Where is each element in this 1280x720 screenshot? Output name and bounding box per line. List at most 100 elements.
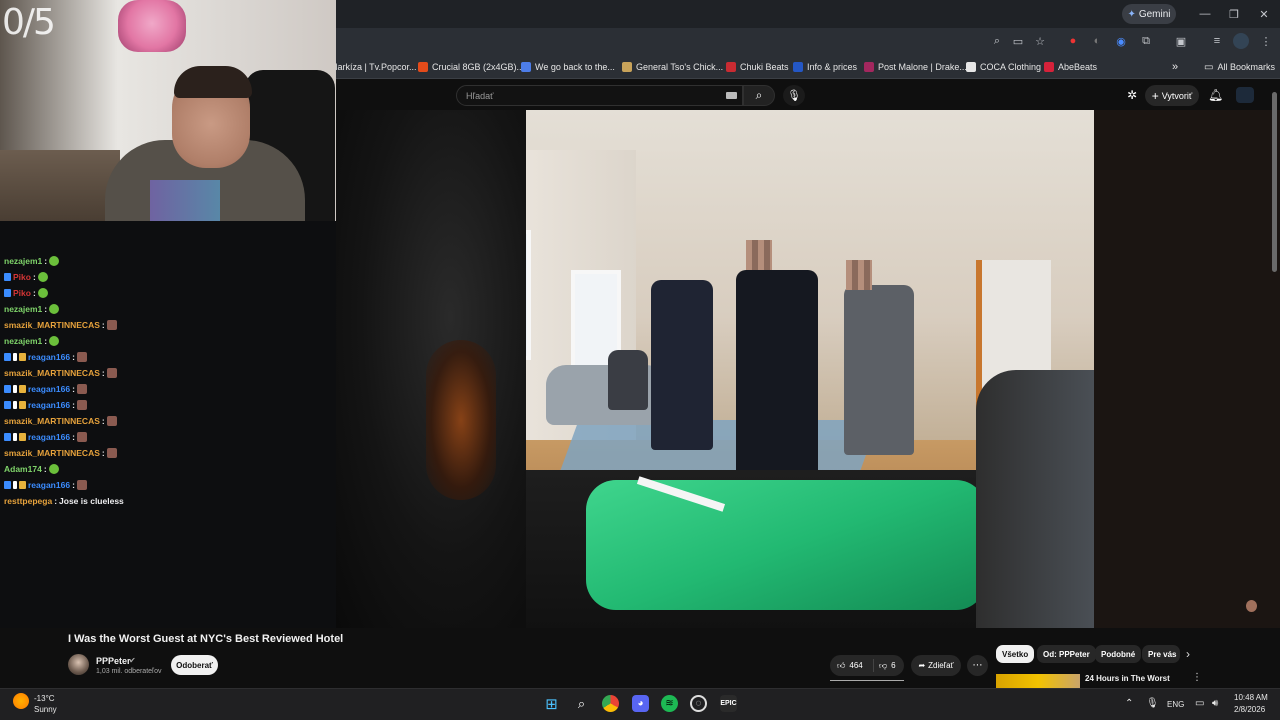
more-actions-button[interactable]: ⋯ [967, 655, 988, 676]
chip-for-you[interactable]: Pre vás [1142, 645, 1180, 663]
video-player[interactable] [336, 110, 1094, 628]
cast-icon[interactable]: ✲ [1127, 88, 1137, 102]
minimize-icon[interactable]: — [1197, 6, 1213, 22]
chat-username[interactable]: nezajem1 [4, 256, 42, 266]
start-windows-icon[interactable]: ⊞ [543, 695, 560, 713]
bookmark-item[interactable]: Chuki Beats [726, 58, 789, 76]
chat-username[interactable]: reagan166 [28, 400, 70, 410]
clock-date[interactable]: 2/8/2026 [1234, 705, 1265, 714]
bookmark-item[interactable]: AbeBeats [1044, 58, 1097, 76]
chat-username[interactable]: reagan166 [28, 432, 70, 442]
chat-username[interactable]: nezajem1 [4, 336, 42, 346]
bookmark-item[interactable]: Crucial 8GB (2x4GB)... [418, 58, 524, 76]
channel-name[interactable]: PPPeter [96, 656, 131, 666]
channel-avatar-icon[interactable] [1236, 87, 1254, 103]
bookmark-star-icon[interactable]: ☆ [1032, 33, 1048, 49]
all-bookmarks-button[interactable]: ▭ All Bookmarks [1204, 58, 1275, 76]
address-bar[interactable] [336, 30, 1062, 53]
chat-colon: : [72, 384, 75, 394]
chat-username[interactable]: smazik_MARTINNECAS [4, 320, 100, 330]
dislike-button[interactable]: 👎︎ 6 [874, 661, 896, 671]
chat-username[interactable]: reagan166 [28, 384, 70, 394]
chat-line: nezajem1 : [4, 334, 60, 348]
clock-time[interactable]: 10:48 AM [1234, 693, 1268, 702]
chat-username[interactable]: nezajem1 [4, 304, 42, 314]
maximize-icon[interactable]: ❐ [1226, 6, 1242, 22]
chat-username[interactable]: reagan166 [28, 480, 70, 490]
search-button[interactable]: ⌕ [743, 85, 775, 106]
channel-avatar[interactable] [68, 654, 89, 675]
chat-username[interactable]: smazik_MARTINNECAS [4, 416, 100, 426]
menu-dots-icon[interactable]: ⋮ [1258, 33, 1274, 49]
like-button[interactable]: 👍︎ 464 [830, 659, 874, 672]
extension-icon[interactable]: ● [1065, 33, 1081, 49]
close-icon[interactable]: ✕ [1256, 6, 1272, 22]
search-icon[interactable]: ⌕ [573, 695, 590, 712]
bookmarks-overflow-icon[interactable]: » [1172, 58, 1178, 76]
bookmark-item[interactable]: COCA Clothing [966, 58, 1041, 76]
obs-icon[interactable]: ◌ [690, 695, 707, 712]
share-label: Zdieľať [928, 661, 954, 670]
share-button[interactable]: ➦ Zdieľať [911, 655, 961, 676]
chat-username[interactable]: smazik_MARTINNECAS [4, 368, 100, 378]
extension-icon[interactable]: ◉ [1113, 33, 1129, 49]
bookmark-label: Chuki Beats [740, 62, 789, 72]
chip-related[interactable]: Podobné [1095, 645, 1142, 663]
page-scrollbar[interactable] [1272, 92, 1277, 272]
chip-from-channel[interactable]: Od: PPPeter [1037, 645, 1096, 663]
extension-icon[interactable]: ◐ [1089, 33, 1105, 49]
extensions-puzzle-icon[interactable]: ⧉ [1138, 33, 1154, 49]
profile-avatar[interactable] [1233, 33, 1249, 49]
search-input[interactable]: Hľadať [456, 85, 743, 106]
weather-condition[interactable]: Sunny [34, 705, 57, 714]
scene-person [736, 270, 818, 475]
chat-username[interactable]: Piko [13, 288, 31, 298]
install-icon[interactable]: ▭ [1010, 33, 1026, 49]
bookmark-favicon-icon [521, 62, 531, 72]
notifications-bell-icon[interactable]: 🔔︎ [1208, 88, 1223, 102]
bookmark-item[interactable]: We go back to the... [521, 58, 615, 76]
tray-overflow-icon[interactable]: ⌃ [1125, 698, 1133, 709]
recommended-thumbnail[interactable] [996, 674, 1080, 688]
channel-watermark-icon[interactable] [1246, 600, 1257, 612]
bookmark-item[interactable]: Info & prices [793, 58, 857, 76]
input-language[interactable]: ENG [1167, 700, 1184, 709]
chat-colon: : [72, 400, 75, 410]
gemini-button[interactable]: ✦ Gemini [1122, 4, 1176, 24]
media-icon[interactable]: ▣ [1173, 33, 1189, 49]
bookmark-item[interactable]: Markíza | Tv.Popcor... [330, 58, 417, 76]
weather-temperature[interactable]: -13°C [34, 694, 55, 703]
epic-games-icon[interactable]: EPIC [720, 695, 737, 712]
chat-username[interactable]: Piko [13, 272, 31, 282]
weather-sun-icon[interactable] [13, 693, 29, 709]
voice-search-button[interactable]: 🎙 [783, 85, 805, 106]
volume-icon[interactable]: 🔊︎ [1212, 698, 1218, 709]
chat-username[interactable]: resttpepega [4, 496, 52, 506]
bookmark-item[interactable]: Post Malone | Drake... [864, 58, 967, 76]
zoom-icon[interactable]: ⌕ [989, 33, 1005, 49]
gemini-icon: ✦ [1127, 8, 1136, 20]
chat-username[interactable]: reagan166 [28, 352, 70, 362]
microphone-icon[interactable]: 🎙︎ [1146, 698, 1159, 709]
chat-badge-icon [19, 481, 26, 489]
scene-bag [336, 110, 526, 628]
subscribe-button[interactable]: Odoberať [171, 655, 218, 675]
chevron-right-icon[interactable]: › [1186, 647, 1190, 661]
discord-icon[interactable]: ◕ [632, 695, 649, 712]
spotify-icon[interactable]: ≋ [661, 695, 678, 712]
network-icon[interactable]: ▭ [1195, 698, 1204, 709]
chat-username[interactable]: Adam174 [4, 464, 42, 474]
chat-badge-icon [13, 481, 17, 489]
menu-dots-icon[interactable]: ⋮ [1192, 672, 1202, 683]
chat-username[interactable]: smazik_MARTINNECAS [4, 448, 100, 458]
chrome-icon[interactable] [602, 695, 619, 712]
verified-icon: ✔ [129, 656, 136, 665]
keyboard-icon[interactable] [726, 92, 737, 99]
thumbs-up-icon: 👍︎ [837, 660, 846, 670]
bookmark-item[interactable]: General Tso's Chick... [622, 58, 723, 76]
recommended-title[interactable]: 24 Hours in The Worst [1085, 674, 1170, 683]
create-button[interactable]: + Vytvoriť [1145, 85, 1199, 106]
chip-all[interactable]: Všetko [996, 645, 1035, 663]
reading-list-icon[interactable]: ≡ [1209, 33, 1225, 49]
bookmark-favicon-icon [793, 62, 803, 72]
